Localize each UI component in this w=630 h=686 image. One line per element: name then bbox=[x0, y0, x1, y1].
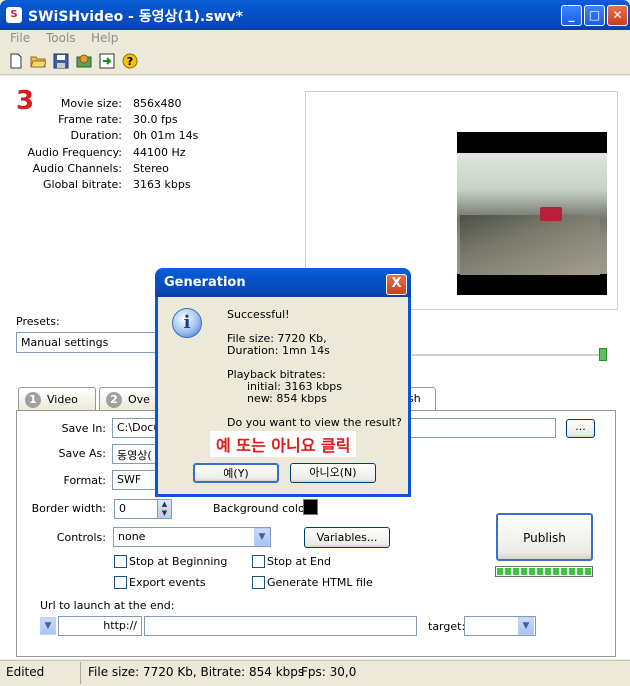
info-icon: i bbox=[172, 308, 202, 338]
audio-channels-value: Stereo bbox=[133, 162, 169, 175]
frame-rate-value: 30.0 fps bbox=[133, 113, 178, 126]
video-frame-train bbox=[540, 207, 562, 221]
background-color-label: Background color: bbox=[213, 502, 313, 515]
global-bitrate-value: 3163 kbps bbox=[133, 178, 191, 191]
dialog-question: Do you want to view the result? bbox=[227, 416, 402, 429]
dialog-close-button[interactable]: X bbox=[386, 274, 407, 295]
generate-html-checkbox[interactable] bbox=[252, 576, 265, 589]
save-icon[interactable] bbox=[53, 53, 69, 69]
svg-text:?: ? bbox=[127, 55, 133, 68]
target-chevron-down-icon[interactable]: ▼ bbox=[518, 617, 534, 635]
no-button[interactable]: 아니오(N) bbox=[290, 463, 376, 483]
border-width-field[interactable]: 0 bbox=[114, 499, 158, 519]
app-icon: S bbox=[6, 7, 22, 23]
movie-size-value: 856x480 bbox=[133, 97, 182, 110]
chevron-down-icon[interactable]: ▼ bbox=[254, 528, 270, 546]
dialog-duration: Duration: 1mn 14s bbox=[227, 344, 330, 357]
format-select[interactable]: SWF bbox=[112, 470, 160, 490]
url-prefix-field[interactable]: http:// bbox=[58, 616, 142, 636]
global-bitrate-label: Global bitrate: bbox=[43, 178, 122, 191]
maximize-button[interactable]: □ bbox=[584, 5, 605, 26]
status-divider bbox=[80, 662, 81, 684]
audio-channels-label: Audio Channels: bbox=[32, 162, 122, 175]
export-events-label: Export events bbox=[129, 576, 206, 589]
tab-label: Video bbox=[47, 393, 78, 406]
save-as-field[interactable]: 동영상( bbox=[112, 444, 160, 464]
browse-button[interactable]: ... bbox=[566, 419, 595, 438]
format-label: Format: bbox=[63, 474, 106, 487]
annotation-text: 예 또는 아니요 클릭 bbox=[210, 431, 357, 457]
export-icon[interactable] bbox=[99, 53, 115, 69]
border-width-spinner[interactable]: ▲ ▼ bbox=[157, 499, 172, 519]
help-icon[interactable]: ? bbox=[122, 53, 138, 69]
minimize-button[interactable]: _ bbox=[561, 5, 582, 26]
menu-help[interactable]: Help bbox=[91, 31, 118, 45]
audio-frequency-value: 44100 Hz bbox=[133, 146, 186, 159]
toolbar bbox=[0, 49, 630, 75]
close-button[interactable]: ✕ bbox=[607, 5, 628, 26]
yes-button[interactable]: 예(Y) bbox=[193, 463, 279, 483]
controls-select[interactable]: none bbox=[113, 527, 271, 547]
tab-overlay[interactable]: 2 Ove bbox=[99, 387, 159, 411]
video-frame-track bbox=[460, 215, 600, 275]
frame-rate-label: Frame rate: bbox=[58, 113, 122, 126]
border-width-label: Border width: bbox=[31, 502, 106, 515]
settings-icon[interactable] bbox=[76, 53, 92, 69]
publish-progress-bar bbox=[495, 566, 593, 577]
generate-html-label: Generate HTML file bbox=[267, 576, 373, 589]
status-fps: Fps: 30,0 bbox=[301, 665, 357, 679]
url-protocol-dropdown[interactable]: ▼ bbox=[40, 617, 56, 635]
presets-label: Presets: bbox=[16, 315, 60, 328]
audio-frequency-label: Audio Frequency: bbox=[27, 146, 123, 159]
duration-value: 0h 01m 14s bbox=[133, 129, 199, 142]
controls-label: Controls: bbox=[56, 531, 106, 544]
background-color-swatch[interactable] bbox=[303, 499, 318, 515]
menu-tools[interactable]: Tools bbox=[46, 31, 76, 45]
presets-select[interactable]: Manual settings bbox=[16, 332, 166, 353]
save-in-label: Save In: bbox=[61, 422, 106, 435]
status-state: Edited bbox=[6, 665, 45, 679]
window-title: SWiSHvideo - 동영상(1).swv* bbox=[28, 9, 243, 25]
status-file-info: File size: 7720 Kb, Bitrate: 854 kbps bbox=[88, 665, 305, 679]
tab-video[interactable]: 1 Video bbox=[18, 387, 96, 411]
url-field[interactable] bbox=[144, 616, 417, 636]
tab-label: Ove bbox=[128, 393, 150, 406]
dialog-success-text: Successful! bbox=[227, 308, 290, 321]
stop-at-end-label: Stop at End bbox=[267, 555, 331, 568]
save-as-label: Save As: bbox=[58, 447, 106, 460]
target-label: target: bbox=[428, 620, 466, 633]
preview-slider-thumb[interactable] bbox=[599, 348, 607, 361]
variables-button[interactable]: Variables... bbox=[304, 527, 390, 548]
movie-size-label: Movie size: bbox=[60, 97, 122, 110]
open-folder-icon[interactable] bbox=[30, 53, 46, 69]
tab-number: 2 bbox=[106, 392, 122, 408]
menu-file[interactable]: File bbox=[10, 31, 30, 45]
stop-at-end-checkbox[interactable] bbox=[252, 555, 265, 568]
stop-at-beginning-checkbox[interactable] bbox=[114, 555, 127, 568]
preview-slider-track[interactable] bbox=[412, 354, 606, 356]
new-file-icon[interactable] bbox=[8, 53, 24, 69]
dialog-title: Generation bbox=[164, 275, 246, 290]
export-events-checkbox[interactable] bbox=[114, 576, 127, 589]
publish-button[interactable]: Publish bbox=[496, 513, 593, 561]
url-label: Url to launch at the end: bbox=[40, 599, 175, 612]
tab-number: 1 bbox=[25, 392, 41, 408]
publish-progress-fill bbox=[497, 568, 591, 575]
dialog-new-bitrate: new: 854 kbps bbox=[247, 392, 327, 405]
stop-at-beginning-label: Stop at Beginning bbox=[129, 555, 228, 568]
duration-label: Duration: bbox=[70, 129, 122, 142]
